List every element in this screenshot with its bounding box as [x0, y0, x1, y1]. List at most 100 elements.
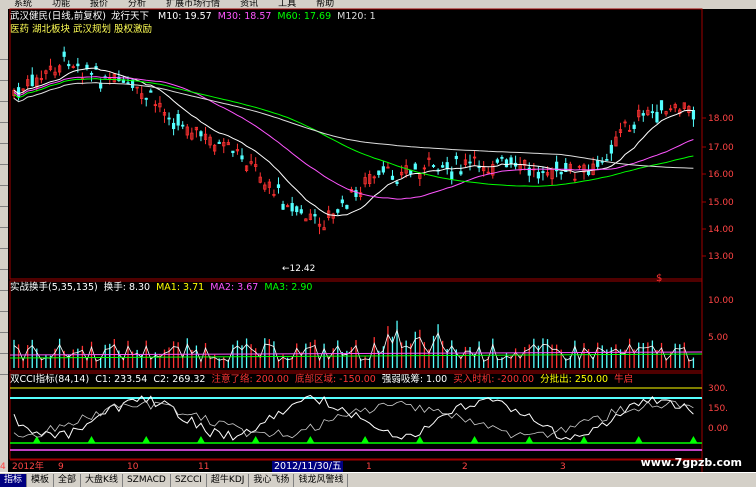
cci-signal-triangle — [251, 436, 260, 443]
bottom-tab-5[interactable]: SZCCI — [171, 473, 207, 487]
candle-body — [281, 203, 285, 210]
candle-body — [67, 63, 71, 67]
cci-signal-triangle — [689, 436, 698, 443]
cci-value-1: C2: 269.32 — [153, 374, 206, 385]
bottom-tab-8[interactable]: 钱龙风警线 — [294, 473, 349, 487]
candle-body — [181, 124, 185, 127]
ma10-line — [13, 67, 694, 217]
candle-body — [655, 111, 659, 123]
price-panel — [9, 8, 703, 280]
cci-signal-triangle — [196, 436, 205, 443]
turnover-tick-label: 5.00 — [708, 333, 728, 343]
ma30-line — [13, 76, 694, 200]
cci-signal-triangle — [87, 436, 96, 443]
ma-value-2: M60: 17.69 — [277, 11, 332, 22]
bottom-tab-0[interactable]: 指标 — [0, 473, 28, 487]
cci-signal-triangle — [580, 436, 588, 443]
candle-body — [299, 209, 303, 214]
cursor-date: 2012/11/30/五 — [272, 461, 344, 472]
cci-signal-triangle — [306, 436, 315, 443]
cci-value-6: 分批出: 250.00 — [540, 374, 609, 385]
month-label: 10 — [127, 462, 139, 472]
bottom-tab-1[interactable]: 模板 — [27, 473, 55, 487]
turnover-header: 实战换手(5,35,135) 换手: 8.30 MA1: 3.71 MA2: 3.67… — [10, 282, 324, 294]
cci-signal-triangle — [634, 436, 643, 443]
bottom-tab-6[interactable]: 超牛KDJ — [207, 473, 250, 487]
month-label: 11 — [198, 462, 209, 472]
candle-body — [171, 122, 176, 130]
watermark: www.7gpzb.com — [640, 456, 742, 469]
price-tick-label: 16.00 — [708, 170, 734, 180]
cci-value-0: C1: 233.54 — [95, 374, 148, 385]
candle-body — [541, 171, 545, 174]
turnover-value-3: MA3: 2.90 — [264, 282, 313, 293]
candle-body — [450, 171, 454, 180]
turnover-tick-label: 10.00 — [708, 296, 734, 306]
candle-body — [504, 159, 509, 168]
candle-body — [659, 100, 664, 111]
candle-body — [290, 203, 294, 212]
cci-value-4: 强弱吸筹: 1.00 — [381, 374, 448, 385]
price-tick-label: 14.00 — [708, 225, 734, 235]
candle-body — [231, 150, 235, 154]
candle-body — [340, 199, 344, 204]
price-tick-label: 13.00 — [708, 252, 734, 262]
main-header: 武汉健民(日线,前复权) 龙行天下 M10: 19.57 M30: 18.57 M6… — [10, 11, 388, 23]
cci-tick-label: 300. — [708, 384, 728, 394]
indicator-tab-bar: 指标 模板 全部 大盘K线 SZMACD SZCCI 超牛KDJ 我心飞扬 钱龙风警线 — [0, 472, 756, 487]
candle-body — [609, 144, 613, 154]
candle-body — [691, 110, 696, 120]
candle-body — [149, 90, 153, 93]
price-tick-label: 18.00 — [708, 114, 734, 124]
candle-body — [586, 171, 591, 175]
buy-marker: $ — [656, 273, 662, 284]
turnover-value-2: MA2: 3.67 — [210, 282, 259, 293]
ma-value-0: M10: 19.57 — [158, 11, 212, 22]
candle-body — [390, 175, 395, 180]
price-tick-label: 17.00 — [708, 143, 734, 153]
candle-body — [167, 117, 171, 120]
candle-body — [240, 155, 244, 160]
candle-body — [413, 163, 417, 170]
indicator-tag: 龙行天下 — [110, 11, 149, 22]
candle-body — [295, 206, 299, 213]
cci-signal-triangle — [361, 436, 370, 443]
candle-body — [641, 113, 645, 116]
candle-body — [596, 160, 600, 167]
candle-body — [76, 63, 80, 67]
cci-c1-line — [13, 394, 694, 441]
candle-body — [650, 111, 655, 114]
candle-body — [217, 141, 221, 144]
sector-list: 医药 湖北板块 武汉规划 股权激励 — [10, 24, 153, 35]
candle-body — [459, 171, 463, 175]
cci-tick-label: 150. — [708, 404, 728, 414]
candle-body — [126, 82, 130, 85]
bottom-tab-3[interactable]: 大盘K线 — [81, 473, 123, 487]
bottom-tab-7[interactable]: 我心飞扬 — [249, 473, 295, 487]
cci-header: 双CCI指标(84,14) C1: 233.54 C2: 269.32 注意了络: 2… — [10, 374, 645, 386]
cci-signal-triangle — [415, 436, 424, 443]
candle-body — [30, 74, 34, 87]
candle-body — [276, 184, 281, 188]
month-label: 9 — [58, 462, 64, 472]
candle-body — [509, 157, 513, 165]
bottom-tab-2[interactable]: 全部 — [54, 473, 82, 487]
candle-body — [500, 156, 504, 159]
low-price-label: ←12.42 — [282, 264, 315, 274]
stock-chart-canvas[interactable]: 18.00 17.00 16.00 15.00 14.00 13.00 10.00 5.00 3… — [0, 0, 756, 487]
price-tick-label: 15.00 — [708, 198, 734, 208]
candle-body — [144, 97, 148, 100]
candle-body — [454, 155, 458, 160]
cci-value-2: 注意了络: 200.00 — [211, 374, 289, 385]
cci-name: 双CCI指标(84,14) — [10, 374, 90, 385]
bottom-tab-4[interactable]: SZMACD — [123, 473, 171, 487]
candle-body — [605, 159, 609, 161]
ma-value-1: M30: 18.57 — [217, 11, 272, 22]
cci-value-5: 买入时机: -200.00 — [453, 374, 535, 385]
candle-body — [345, 204, 349, 209]
candle-body — [431, 165, 436, 167]
ma120-line — [13, 82, 694, 169]
turnover-line — [13, 328, 694, 363]
candle-body — [176, 113, 180, 126]
candle-body — [395, 181, 399, 185]
